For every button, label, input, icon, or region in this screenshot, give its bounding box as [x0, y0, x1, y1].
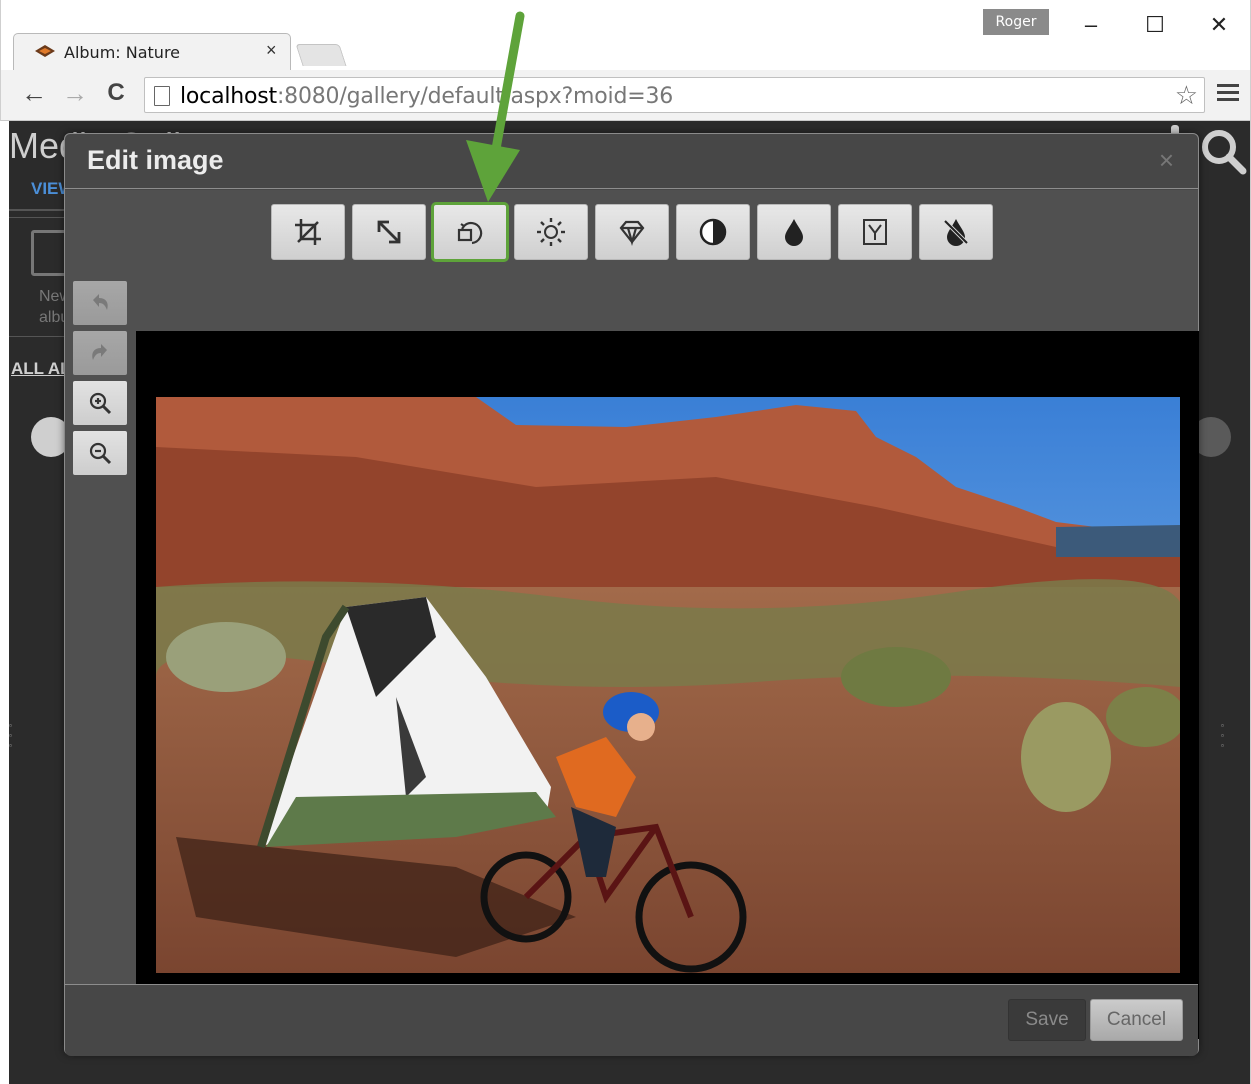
sharpen-button[interactable] — [595, 204, 669, 260]
profile-badge[interactable]: Roger — [983, 9, 1049, 35]
crop-button[interactable] — [271, 204, 345, 260]
dialog-close-icon[interactable]: × — [1159, 145, 1174, 176]
redo-button[interactable] — [73, 331, 127, 375]
new-tab-button[interactable] — [295, 44, 347, 66]
zoom-out-button[interactable] — [73, 431, 127, 475]
diamond-icon — [619, 220, 645, 247]
zoom-in-icon — [89, 392, 112, 415]
zoom-out-icon — [89, 442, 112, 465]
left-grip-icon: ▫ ▫ ▫ — [9, 721, 12, 750]
tab-strip: Album: Nature × Roger – ☐ ✕ — [0, 0, 1251, 70]
dialog-body — [65, 190, 1199, 1039]
no-color-icon — [943, 219, 969, 246]
gamma-button[interactable] — [838, 204, 912, 260]
zoom-in-button[interactable] — [73, 381, 127, 425]
brightness-button[interactable] — [514, 204, 588, 260]
undo-icon — [93, 294, 108, 310]
image-canvas[interactable] — [136, 331, 1199, 1039]
maximize-button[interactable]: ☐ — [1135, 10, 1175, 40]
bookmark-star-icon[interactable]: ☆ — [1175, 80, 1198, 111]
photo — [156, 397, 1180, 973]
grayscale-button[interactable] — [919, 204, 993, 260]
rotate-icon — [457, 221, 483, 245]
reload-button[interactable]: C — [101, 78, 131, 108]
address-bar[interactable]: localhost:8080/gallery/default.aspx?moid… — [144, 77, 1205, 113]
redo-icon — [92, 344, 107, 360]
undo-button[interactable] — [73, 281, 127, 325]
gamma-icon — [863, 219, 887, 245]
contrast-button[interactable] — [676, 204, 750, 260]
url-text: localhost:8080/gallery/default.aspx?moid… — [180, 84, 674, 109]
save-button[interactable]: Save — [1008, 999, 1086, 1041]
cancel-button[interactable]: Cancel — [1090, 999, 1183, 1041]
saturation-button[interactable] — [757, 204, 831, 260]
crop-icon — [295, 219, 321, 245]
tab-close-icon[interactable]: × — [266, 40, 277, 61]
new-album-button[interactable]: New album — [9, 217, 83, 337]
minimize-button[interactable]: – — [1071, 10, 1111, 40]
rotate-button[interactable] — [431, 202, 509, 262]
contrast-icon — [699, 218, 727, 246]
sun-icon — [537, 218, 565, 246]
drop-icon — [785, 219, 803, 246]
back-button[interactable]: ← — [19, 78, 49, 108]
browser-toolbar: ← → C localhost:8080/gallery/default.asp… — [0, 70, 1251, 121]
search-icon[interactable] — [1199, 127, 1247, 175]
favicon-icon — [35, 45, 55, 57]
landscape-photo-icon — [156, 397, 1180, 973]
browser-chrome: Album: Nature × Roger – ☐ ✕ ← → C localh… — [0, 0, 1251, 121]
browser-tab[interactable]: Album: Nature × — [13, 33, 291, 70]
resize-button[interactable] — [352, 204, 426, 260]
close-window-button[interactable]: ✕ — [1199, 10, 1239, 40]
divider — [9, 209, 69, 211]
page-icon — [154, 86, 170, 106]
dialog-title: Edit image — [87, 145, 224, 175]
dialog-header: Edit image × — [65, 134, 1198, 189]
edit-image-dialog: Edit image × Save Cancel — [64, 133, 1199, 1056]
forward-button[interactable]: → — [60, 78, 90, 108]
resize-icon — [377, 220, 401, 244]
menu-icon[interactable] — [1217, 80, 1239, 106]
tab-title: Album: Nature — [64, 43, 181, 62]
dialog-footer: Save Cancel — [65, 984, 1198, 1056]
right-grip-icon: ▫ ▫ ▫ — [1221, 721, 1224, 750]
